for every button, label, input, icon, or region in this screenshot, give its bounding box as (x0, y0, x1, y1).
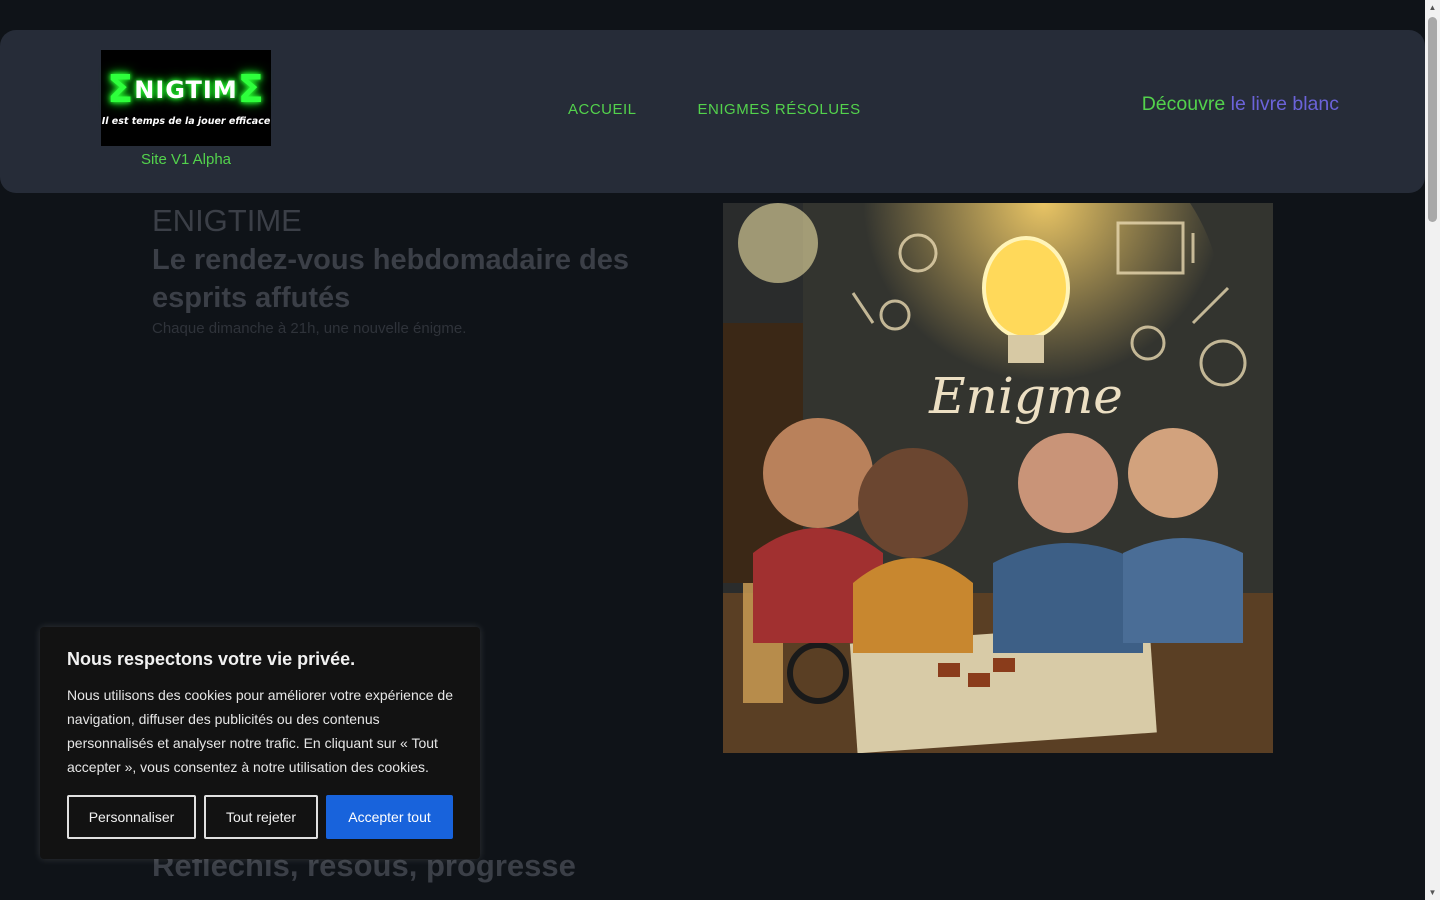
cta-text-part1: Découvre (1141, 93, 1226, 115)
site-version-label: Site V1 Alpha (140, 151, 232, 168)
scroll-up-icon[interactable]: ▲ (1425, 0, 1440, 15)
hero-description: Chaque dimanche à 21h, une nouvelle énig… (152, 320, 467, 337)
hero-title: ENIGTIME (152, 203, 302, 238)
nav-item-accueil[interactable]: ACCUEIL (568, 101, 637, 118)
scroll-down-icon[interactable]: ▼ (1425, 885, 1440, 900)
cookie-consent-dialog: Nous respectons votre vie privée. Nous u… (40, 627, 480, 859)
accept-all-button[interactable]: Accepter tout (326, 795, 453, 839)
scroll-thumb[interactable] (1428, 17, 1437, 222)
cookie-title: Nous respectons votre vie privée. (67, 649, 356, 669)
site-logo[interactable]: ΣNIGTIMΣ Il est temps de la jouer effica… (101, 50, 271, 146)
site-header: ΣNIGTIMΣ Il est temps de la jouer effica… (0, 30, 1425, 193)
hero-image-caption: Enigme (928, 367, 1123, 425)
cookie-body: Nous utilisons des cookies pour améliore… (67, 687, 453, 775)
logo-wordmark: ΣNIGTIMΣ (107, 66, 265, 111)
main-nav: ACCUEIL ENIGMES RÉSOLUES (568, 101, 861, 118)
logo-tagline: Il est temps de la jouer efficace (101, 115, 271, 127)
hero-illustration: Enigme (723, 203, 1273, 753)
cta-text-part2: le livre blanc (1225, 93, 1339, 115)
hero-subtitle: Le rendez-vous hebdomadaire des esprits … (152, 244, 630, 314)
nav-item-enigmes-resolues[interactable]: ENIGMES RÉSOLUES (698, 101, 861, 118)
page-scrollbar[interactable]: ▲ ▼ (1425, 0, 1440, 900)
customize-button[interactable]: Personnaliser (67, 795, 196, 839)
reject-all-button[interactable]: Tout rejeter (204, 795, 318, 839)
white-paper-link[interactable]: Découvre le livre blanc (1142, 93, 1339, 116)
